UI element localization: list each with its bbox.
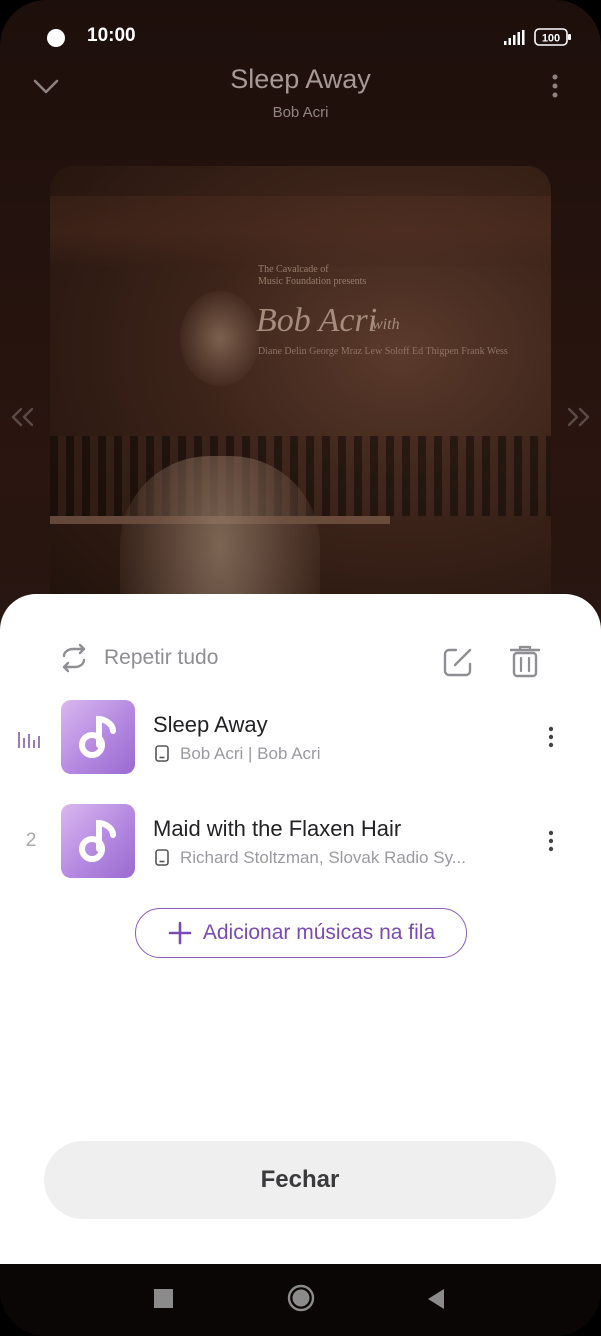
song-title: Sleep Away bbox=[153, 712, 268, 737]
signal-icon bbox=[504, 30, 525, 45]
repeat-mode-button[interactable]: Repetir tudo bbox=[56, 638, 218, 678]
collapse-chevron-icon[interactable] bbox=[32, 76, 60, 98]
queue-item[interactable]: 2 Maid with the Flaxen Hair Richard Stol… bbox=[0, 804, 601, 880]
queue-sheet: Repetir tudo Sleep Away Bob Acri | Bob A… bbox=[0, 594, 601, 1264]
home-icon[interactable] bbox=[287, 1284, 315, 1312]
album-art-text: Music Foundation presents bbox=[258, 276, 367, 287]
battery-level: 100 bbox=[542, 33, 560, 45]
album-art-artist: Bob Acri bbox=[256, 302, 378, 339]
song-subtitle: Bob Acri | Bob Acri bbox=[180, 744, 321, 763]
previous-chevrons-icon[interactable] bbox=[10, 406, 36, 428]
plus-icon bbox=[168, 921, 192, 945]
song-title: Maid with the Flaxen Hair bbox=[153, 816, 402, 841]
close-button-label: Fechar bbox=[260, 1166, 340, 1193]
album-art-text: with bbox=[372, 316, 400, 333]
music-note-icon bbox=[79, 819, 116, 862]
local-device-icon bbox=[155, 745, 169, 762]
queue-item[interactable]: Sleep Away Bob Acri | Bob Acri bbox=[0, 700, 601, 776]
repeat-mode-label: Repetir tudo bbox=[104, 646, 219, 669]
battery-icon: 100 bbox=[534, 28, 572, 46]
now-playing-artist: Bob Acri bbox=[272, 104, 329, 121]
song-more-icon[interactable] bbox=[541, 826, 561, 856]
add-songs-to-queue-button[interactable]: Adicionar músicas na fila bbox=[135, 908, 467, 958]
music-note-icon bbox=[79, 715, 116, 758]
repeat-icon bbox=[62, 643, 86, 673]
edit-queue-icon[interactable] bbox=[442, 646, 474, 678]
add-songs-label: Adicionar músicas na fila bbox=[202, 921, 436, 944]
recent-apps-icon[interactable] bbox=[154, 1289, 173, 1308]
now-playing-title: Sleep Away bbox=[230, 64, 371, 94]
album-art-credits: Diane Delin George Mraz Lew Soloff Ed Th… bbox=[258, 346, 508, 357]
now-playing-equalizer-icon bbox=[18, 732, 40, 748]
song-thumbnail bbox=[61, 804, 135, 878]
queue-index: 2 bbox=[25, 830, 37, 851]
system-navigation-bar bbox=[0, 1264, 601, 1336]
song-subtitle: Richard Stoltzman, Slovak Radio Sy... bbox=[180, 848, 466, 867]
status-time: 10:00 bbox=[87, 25, 136, 46]
album-art: The Cavalcade of Music Foundation presen… bbox=[50, 166, 551, 626]
album-art-text: The Cavalcade of bbox=[258, 264, 329, 275]
next-chevrons-icon[interactable] bbox=[565, 406, 591, 428]
camera-dot bbox=[47, 29, 65, 47]
song-thumbnail bbox=[61, 700, 135, 774]
song-more-icon[interactable] bbox=[541, 722, 561, 752]
back-icon[interactable] bbox=[426, 1287, 446, 1311]
local-device-icon bbox=[155, 849, 169, 866]
more-options-icon[interactable] bbox=[545, 72, 565, 100]
clear-queue-icon[interactable] bbox=[509, 644, 541, 678]
phone-screen: 10:00 100 Sleep Away Bob Acri The Cavalc… bbox=[0, 0, 601, 1336]
close-button[interactable]: Fechar bbox=[44, 1141, 556, 1219]
